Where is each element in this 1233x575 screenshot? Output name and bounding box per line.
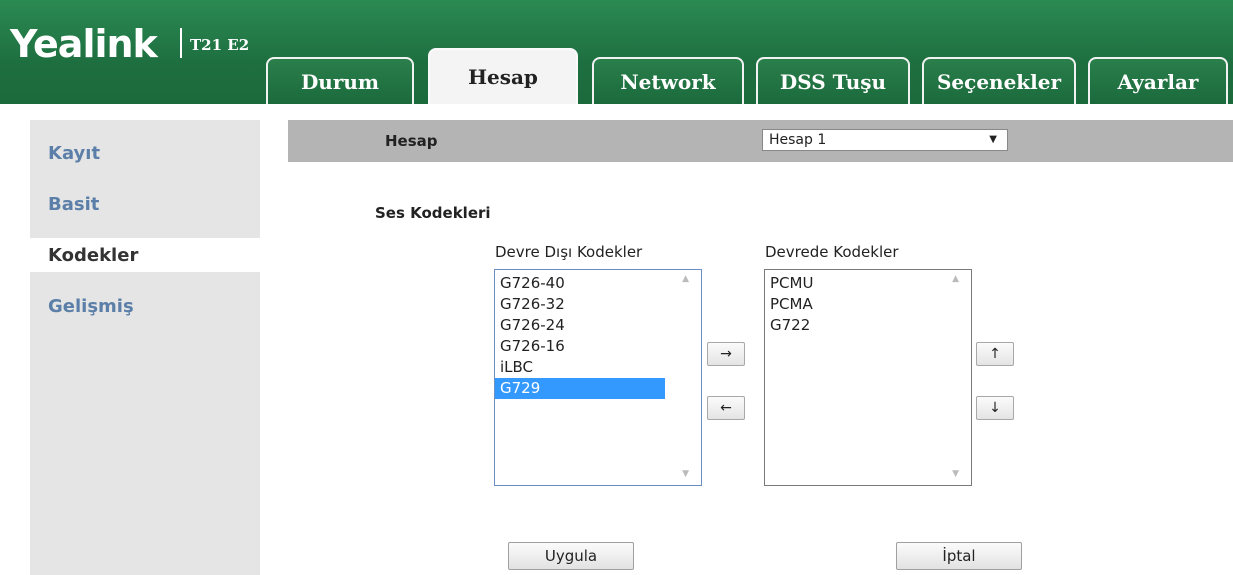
list-item[interactable]: iLBC	[495, 357, 665, 378]
section-title: Ses Kodekleri	[375, 204, 491, 222]
scroll-up-icon[interactable]: ▲	[682, 274, 689, 284]
apply-button[interactable]: Uygula	[508, 542, 634, 570]
tab-durum[interactable]: Durum	[266, 57, 414, 104]
sidebar: Kayıt Basit Kodekler Gelişmiş	[30, 120, 270, 575]
list-item[interactable]: PCMU	[765, 273, 935, 294]
list-item[interactable]: G726-24	[495, 315, 665, 336]
move-up-button[interactable]: ↑	[976, 342, 1014, 366]
account-select-value: Hesap 1	[769, 132, 827, 148]
enabled-codecs-list[interactable]: PCMU PCMA G722 ▲ ▼	[764, 269, 972, 486]
scroll-down-icon[interactable]: ▼	[682, 469, 689, 479]
sidebar-item-basit[interactable]: Basit	[30, 187, 260, 221]
move-left-button[interactable]: ←	[707, 396, 745, 420]
tab-hesap[interactable]: Hesap	[428, 48, 578, 104]
top-header: Yealink T21 E2 Durum Hesap Network DSS T…	[0, 0, 1233, 104]
sidebar-item-kayit[interactable]: Kayıt	[30, 136, 260, 170]
sidebar-item-kodekler[interactable]: Kodekler	[30, 238, 270, 272]
header-spacer	[0, 104, 1233, 120]
account-label: Hesap	[385, 132, 438, 150]
scroll-down-icon[interactable]: ▼	[952, 469, 959, 479]
list-item[interactable]: G726-40	[495, 273, 665, 294]
tab-ayarlar[interactable]: Ayarlar	[1088, 57, 1228, 104]
disabled-codecs-list[interactable]: G726-40 G726-32 G726-24 G726-16 iLBC G72…	[494, 269, 702, 486]
dropdown-arrow-icon: ▼	[989, 134, 997, 145]
logo-divider	[180, 28, 182, 58]
cancel-button[interactable]: İptal	[896, 542, 1022, 570]
list-item[interactable]: PCMA	[765, 294, 935, 315]
account-bar: Hesap Hesap 1 ▼	[288, 120, 1233, 162]
move-right-button[interactable]: →	[707, 342, 745, 366]
list-item[interactable]: G726-16	[495, 336, 665, 357]
account-select[interactable]: Hesap 1 ▼	[762, 129, 1008, 151]
move-down-button[interactable]: ↓	[976, 396, 1014, 420]
list-item[interactable]: G722	[765, 315, 935, 336]
model-label: T21 E2	[190, 36, 250, 54]
tab-secenekler[interactable]: Seçenekler	[922, 57, 1076, 104]
tab-dss-tusu[interactable]: DSS Tuşu	[756, 57, 910, 104]
brand-logo: Yealink	[10, 22, 158, 66]
sidebar-item-gelismis[interactable]: Gelişmiş	[30, 289, 260, 323]
enabled-codecs-title: Devrede Kodekler	[765, 243, 899, 261]
tab-network[interactable]: Network	[592, 57, 744, 104]
scroll-up-icon[interactable]: ▲	[952, 274, 959, 284]
list-item-selected[interactable]: G729	[495, 378, 665, 399]
disabled-codecs-title: Devre Dışı Kodekler	[495, 243, 643, 261]
list-item[interactable]: G726-32	[495, 294, 665, 315]
